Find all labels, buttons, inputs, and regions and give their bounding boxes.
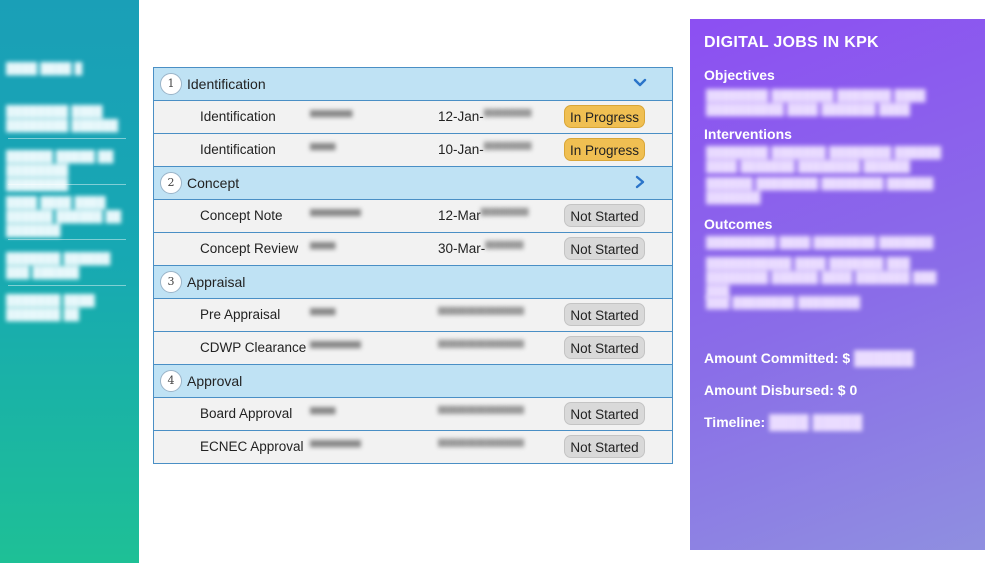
task-date: 12-Mar▀▀▀▀▀ (438, 208, 529, 223)
stage-header-concept[interactable]: 2 Concept (154, 167, 672, 200)
stage-title: Approval (187, 373, 243, 389)
status-badge: In Progress (564, 105, 645, 128)
sidebar: ████ ████ █ ████████ ████ ████████ █████… (0, 0, 139, 563)
amount-disbursed: Amount Disbursed: $ 0 (704, 382, 858, 398)
status-badge: In Progress (564, 138, 645, 161)
outcomes-text: ███████████ ████ ███████ ███ ████████ ██… (706, 258, 937, 298)
stage-number: 2 (160, 172, 182, 194)
status-badge: Not Started (564, 204, 645, 227)
project-steps-table: 1 Identification Identification ▀▀▀▀▀ 12… (153, 67, 673, 464)
interventions-text: ██████ ████████ ████████ ██████ ███████ (706, 178, 934, 204)
stage-title: Concept (187, 175, 240, 191)
task-date: 30-Mar-▀▀▀▀ (438, 241, 524, 256)
outcomes-heading: Outcomes (704, 216, 773, 232)
task-name: Concept Review (200, 241, 299, 256)
timeline: Timeline: ████ █████ (704, 414, 863, 430)
task-row[interactable]: Pre Appraisal ▀▀▀ ▀▀▀▀▀▀▀▀▀ Not Started (154, 299, 672, 332)
amount-committed: Amount Committed: $ ██████ (704, 350, 914, 366)
sidebar-divider (8, 138, 126, 139)
task-name: Concept Note (200, 208, 283, 223)
sidebar-divider (8, 184, 126, 185)
stage-header-approval[interactable]: 4 Approval (154, 365, 672, 398)
chevron-down-icon[interactable] (632, 75, 648, 91)
outcomes-text: █████████ ████ ████████ ███████ (706, 237, 934, 249)
task-name: Identification (200, 109, 276, 124)
sidebar-item[interactable]: ████ ████ ████ ██████ ██████ ██ ███████ (6, 196, 131, 238)
task-date: ▀▀▀▀▀▀▀▀▀ (438, 307, 525, 322)
sidebar-item[interactable]: ████████ ████ ████████ ██████ (6, 105, 131, 133)
task-date: ▀▀▀▀▀▀▀▀▀ (438, 406, 525, 421)
task-owner: ▀▀▀ (310, 308, 336, 322)
outcomes-text: ███ ████████ ████████ (706, 297, 861, 309)
task-row[interactable]: Concept Note ▀▀▀▀▀▀ 12-Mar▀▀▀▀▀ Not Star… (154, 200, 672, 233)
status-badge: Not Started (564, 435, 645, 458)
task-date: ▀▀▀▀▀▀▀▀▀ (438, 340, 525, 355)
interventions-heading: Interventions (704, 126, 792, 142)
task-name: ECNEC Approval (200, 439, 304, 454)
task-date: 12-Jan-▀▀▀▀▀ (438, 109, 532, 124)
task-row[interactable]: Identification ▀▀▀▀▀ 12-Jan-▀▀▀▀▀ In Pro… (154, 101, 672, 134)
sidebar-item[interactable]: ██████ █████ ██ ████████ ████████ (6, 150, 131, 192)
sidebar-item[interactable]: ████ ████ █ (6, 62, 131, 76)
task-owner: ▀▀▀ (310, 242, 336, 256)
task-owner: ▀▀▀▀▀ (310, 110, 353, 124)
stage-number: 1 (160, 73, 182, 95)
status-badge: Not Started (564, 402, 645, 425)
chevron-right-icon[interactable] (632, 174, 648, 190)
sidebar-item[interactable]: ███████ ████ ███████ ██ (6, 294, 131, 322)
task-date: ▀▀▀▀▀▀▀▀▀ (438, 439, 525, 454)
objectives-heading: Objectives (704, 67, 775, 83)
task-owner: ▀▀▀▀▀▀ (310, 341, 362, 355)
task-row[interactable]: CDWP Clearance ▀▀▀▀▀▀ ▀▀▀▀▀▀▀▀▀ Not Star… (154, 332, 672, 365)
stage-number: 3 (160, 271, 182, 293)
objectives-text: ████████ ████████ ███████ ████ █████████… (706, 90, 926, 116)
interventions-text: ████████ ███████ ████████ ██████ ████ ██… (706, 147, 942, 173)
stage-header-appraisal[interactable]: 3 Appraisal (154, 266, 672, 299)
project-details-panel: DIGITAL JOBS IN KPK Objectives ████████ … (690, 19, 985, 550)
status-badge: Not Started (564, 336, 645, 359)
sidebar-item[interactable]: ███████ ██████ ███ ██████ (6, 252, 131, 280)
task-owner: ▀▀▀ (310, 407, 336, 421)
task-row[interactable]: Board Approval ▀▀▀ ▀▀▀▀▀▀▀▀▀ Not Started (154, 398, 672, 431)
status-badge: Not Started (564, 303, 645, 326)
task-name: Identification (200, 142, 276, 157)
stage-header-identification[interactable]: 1 Identification (154, 68, 672, 101)
stage-title: Identification (187, 76, 266, 92)
task-row[interactable]: Identification ▀▀▀ 10-Jan-▀▀▀▀▀ In Progr… (154, 134, 672, 167)
task-name: Pre Appraisal (200, 307, 281, 322)
task-owner: ▀▀▀▀▀▀ (310, 440, 362, 454)
task-name: CDWP Clearance (200, 340, 307, 355)
task-row[interactable]: Concept Review ▀▀▀ 30-Mar-▀▀▀▀ Not Start… (154, 233, 672, 266)
task-date: 10-Jan-▀▀▀▀▀ (438, 142, 532, 157)
sidebar-divider (8, 239, 126, 240)
status-badge: Not Started (564, 237, 645, 260)
task-name: Board Approval (200, 406, 293, 421)
task-owner: ▀▀▀ (310, 143, 336, 157)
task-row[interactable]: ECNEC Approval ▀▀▀▀▀▀ ▀▀▀▀▀▀▀▀▀ Not Star… (154, 431, 672, 463)
stage-title: Appraisal (187, 274, 246, 290)
stage-number: 4 (160, 370, 182, 392)
task-owner: ▀▀▀▀▀▀ (310, 209, 362, 223)
project-title: DIGITAL JOBS IN KPK (704, 34, 879, 51)
sidebar-divider (8, 285, 126, 286)
